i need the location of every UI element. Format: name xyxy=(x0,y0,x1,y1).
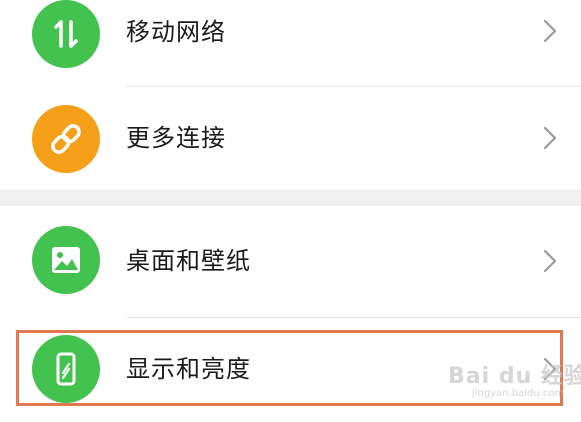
display-brightness-icon xyxy=(32,335,100,403)
settings-item-mobile-network[interactable]: 移动网络 xyxy=(0,0,581,86)
section-separator xyxy=(0,190,581,206)
wallpaper-icon xyxy=(32,226,100,294)
chevron-right-icon xyxy=(543,19,557,43)
settings-item-label: 更多连接 xyxy=(126,124,226,152)
settings-item-label: 移动网络 xyxy=(126,18,226,46)
chevron-right-icon xyxy=(543,126,557,150)
watermark-text: Bai du 经验 xyxy=(448,364,581,389)
mobile-data-icon xyxy=(32,0,100,68)
settings-item-more-connections[interactable]: 更多连接 xyxy=(0,87,581,190)
settings-item-label: 显示和亮度 xyxy=(126,355,251,383)
chevron-right-icon xyxy=(543,249,557,273)
settings-item-desktop-wallpaper[interactable]: 桌面和壁纸 xyxy=(0,206,581,315)
baidu-jingyan-watermark: Bai du 经验 jingyan.baidu.com xyxy=(448,358,581,399)
link-icon xyxy=(32,105,100,173)
watermark-subtext: jingyan.baidu.com xyxy=(472,388,565,399)
settings-item-label: 桌面和壁纸 xyxy=(126,247,251,275)
